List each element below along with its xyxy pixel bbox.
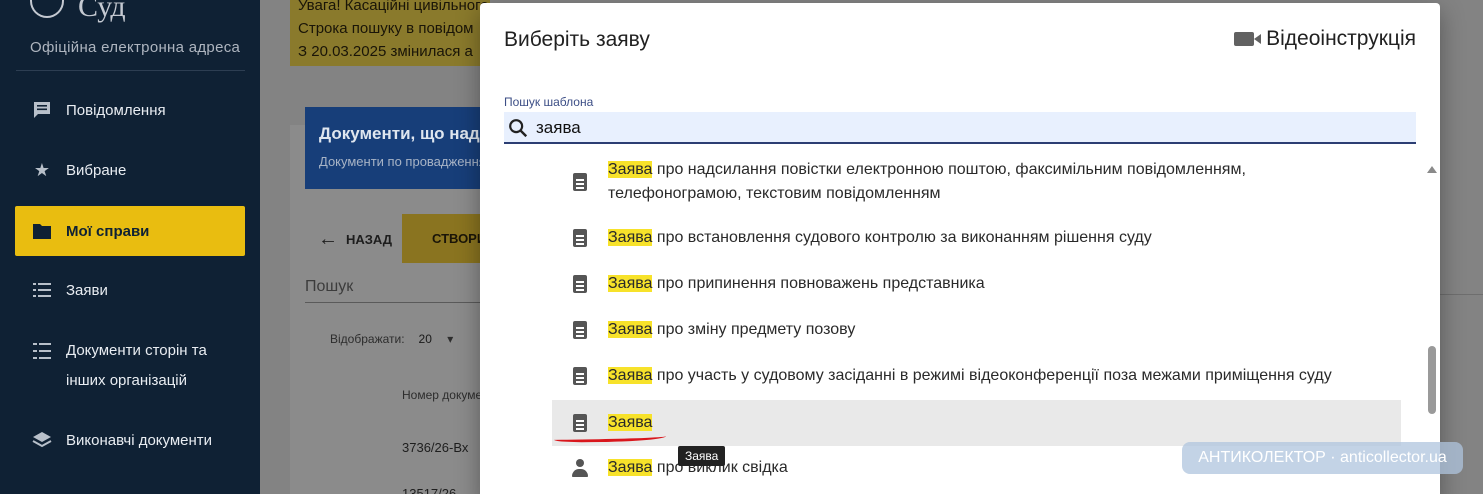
- sidebar-item-my-cases[interactable]: Мої справи: [15, 206, 245, 256]
- video-instruction-label: Відеоінструкція: [1266, 27, 1416, 50]
- page-size-select[interactable]: Відображати: 20 ▾: [330, 332, 453, 346]
- dialog-title: Виберіть заяву: [504, 28, 650, 51]
- list-item-rest: про надсилання повістки електронною пошт…: [652, 161, 1246, 178]
- sidebar-item-label: Виконавчі документи: [66, 431, 213, 449]
- scroll-up-arrow[interactable]: [1427, 166, 1437, 173]
- list-item[interactable]: Заява про встановлення судового контролю…: [552, 226, 1401, 250]
- search-icon: [509, 119, 528, 138]
- search-highlight: Заява: [608, 275, 653, 292]
- back-button-label: НАЗАД: [346, 232, 393, 247]
- sidebar-item-label: Документи сторін та інших організацій: [66, 342, 207, 389]
- logo-subtitle: Офіційна електронна адреса: [30, 39, 241, 56]
- search-highlight: Заява: [608, 459, 653, 476]
- sidebar-item-applications[interactable]: Заяви: [15, 265, 245, 315]
- videocam-icon: [1234, 32, 1262, 46]
- list-item-text: Заява про встановлення судового контролю…: [608, 226, 1152, 250]
- video-instruction-link[interactable]: Відеоінструкція: [1234, 27, 1416, 51]
- sidebar-item-label: Вибране: [66, 161, 127, 179]
- divider: [1440, 294, 1483, 295]
- sidebar-item-label: Мої справи: [66, 222, 150, 240]
- sidebar-item-label: Повідомлення: [66, 101, 166, 119]
- sidebar-item-messages[interactable]: Повідомлення: [15, 85, 245, 135]
- sidebar: Суд Офіційна електронна адреса Повідомле…: [0, 0, 260, 494]
- document-icon-wrap: [552, 367, 608, 385]
- create-button[interactable]: СТВОРИ: [402, 214, 490, 263]
- layers-icon: [31, 429, 53, 451]
- document-icon-wrap: [552, 229, 608, 247]
- divider: [16, 70, 245, 71]
- column-header-number: Номер документа: [402, 388, 482, 402]
- list-item-rest: про участь у судовому засіданні в режимі…: [652, 367, 1332, 384]
- document-icon-wrap: [552, 321, 608, 339]
- document-icon: [573, 275, 587, 293]
- warning-banner: Увага! Касаційні цивільного та комерційн…: [290, 0, 490, 66]
- list-item[interactable]: Заява про зміну предмету позову: [552, 318, 1401, 342]
- warning-line: Увага! Касаційні цивільного та комерційн…: [298, 0, 490, 14]
- search-highlight: Заява: [608, 321, 653, 338]
- document-icon-wrap: [552, 414, 608, 432]
- document-icon: [573, 229, 587, 247]
- court-logo-icon: [30, 0, 64, 18]
- card-title: Документи, що над: [319, 124, 480, 143]
- template-search-input[interactable]: [536, 116, 1396, 140]
- warning-line: Строка пошуку в повідом: [298, 20, 474, 37]
- list-item-hovered[interactable]: Заява: [552, 400, 1401, 446]
- documents-card-header: Документи, що над Документи по проваджен…: [305, 107, 490, 189]
- logo-text: Суд: [78, 0, 126, 23]
- page-size-value: 20: [418, 332, 432, 346]
- card-subtitle: Документи по провадження: [319, 154, 486, 169]
- tooltip: Заява: [678, 446, 726, 466]
- person-icon: [571, 459, 589, 477]
- list-item-text: Заява про участь у судовому засіданні в …: [608, 364, 1332, 388]
- sidebar-item-label: Заяви: [66, 281, 108, 299]
- page-size-label: Відображати:: [330, 332, 405, 346]
- sidebar-item-party-documents[interactable]: Документи сторін та інших організацій: [15, 328, 245, 394]
- list-item-text: Заява про припинення повноважень предста…: [608, 272, 985, 296]
- list-item-rest: про припинення повноважень представника: [652, 275, 985, 292]
- search-highlight: Заява: [608, 229, 653, 246]
- warning-line: З 20.03.2025 змінилася а: [298, 43, 473, 60]
- message-icon: [31, 99, 53, 121]
- list-icon: [31, 279, 53, 301]
- document-icon: [573, 173, 587, 191]
- list-item-text: Заява про зміну предмету позову: [608, 318, 855, 342]
- list-item-rest-line2: телефонограмою, текстовим повідомленням: [608, 185, 941, 202]
- table-row[interactable]: 13517/26: [402, 486, 456, 494]
- person-icon-wrap: [552, 459, 608, 477]
- search-field-label: Пошук шаблона: [504, 95, 594, 109]
- document-icon-wrap: [552, 275, 608, 293]
- search-highlight: Заява: [608, 414, 653, 431]
- template-search-field[interactable]: [504, 112, 1416, 144]
- sidebar-item-enforcement-docs[interactable]: Виконавчі документи: [15, 415, 245, 465]
- document-icon: [573, 321, 587, 339]
- search-highlight: Заява: [608, 161, 653, 178]
- list-item-rest: про зміну предмету позову: [652, 321, 856, 338]
- document-icon: [573, 367, 587, 385]
- search-highlight: Заява: [608, 367, 653, 384]
- document-icon: [573, 414, 587, 432]
- table-row[interactable]: 3736/26-Вх: [402, 440, 468, 455]
- list-item[interactable]: Заява про участь у судовому засіданні в …: [552, 364, 1401, 388]
- list-item-rest: про встановлення судового контролю за ви…: [652, 229, 1152, 246]
- select-application-dialog: Виберіть заяву Відеоінструкція Пошук шаб…: [480, 3, 1440, 494]
- folder-icon: [31, 220, 53, 242]
- list-item-text: Заява про надсилання повістки електронно…: [608, 158, 1246, 206]
- list-item[interactable]: Заява про надсилання повістки електронно…: [552, 158, 1401, 206]
- back-button[interactable]: ← НАЗАД: [318, 228, 392, 251]
- list-item-text: Заява: [608, 411, 653, 435]
- star-icon: ★: [33, 159, 51, 180]
- watermark: АНТИКОЛЕКТОР · anticollector.ua: [1182, 442, 1463, 474]
- scrollbar-thumb[interactable]: [1428, 346, 1436, 414]
- checklist-icon: [31, 340, 53, 362]
- document-icon-wrap: [552, 158, 608, 191]
- chevron-down-icon: ▾: [447, 332, 454, 346]
- arrow-left-icon: ←: [318, 228, 338, 250]
- sidebar-item-favorites[interactable]: ★ Вибране: [15, 145, 245, 195]
- list-item[interactable]: Заява про припинення повноважень предста…: [552, 272, 1401, 296]
- background-search-input[interactable]: Пошук: [305, 278, 490, 303]
